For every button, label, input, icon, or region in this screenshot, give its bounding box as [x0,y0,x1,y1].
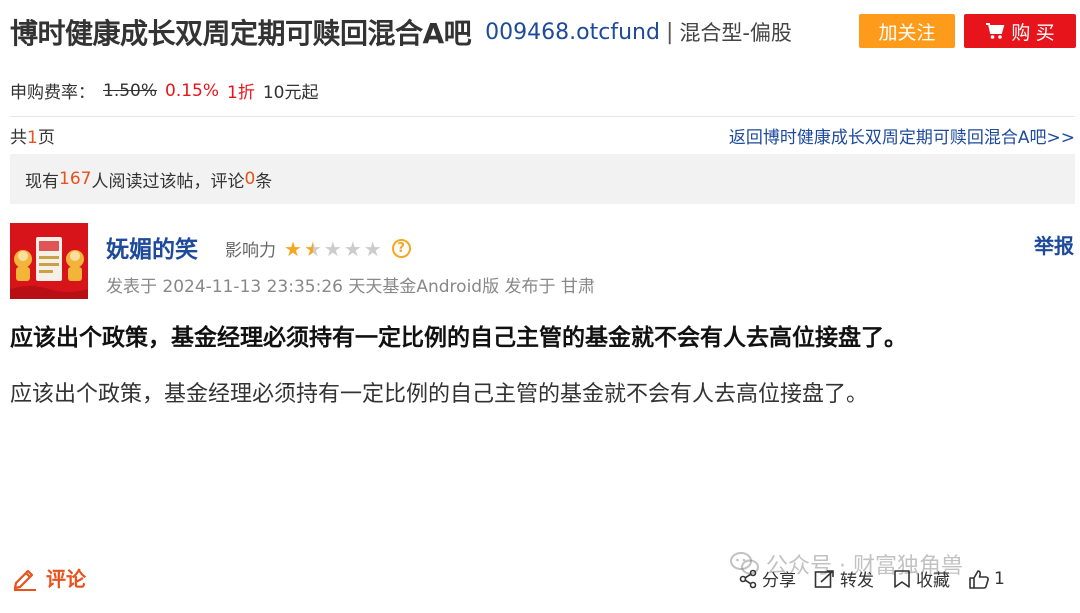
star-icon: ★ [303,236,322,261]
comment-button[interactable]: 评论 [12,563,86,592]
page-count: 共1页 [10,123,55,148]
fund-type: 混合型-偏股 [679,21,792,45]
fund-name[interactable]: 博时健康成长双周定期可赎回混合A吧 [10,12,472,52]
fee-original: 1.50% [103,80,158,101]
comment-count: 0 [244,169,256,189]
follow-button[interactable]: 加关注 [859,14,955,48]
share-action[interactable]: 分享 [738,566,796,591]
post-title: 应该出个政策，基金经理必须持有一定比例的自己主管的基金就不会有人去高位接盘了。 [10,325,907,351]
buy-button-label: 购 买 [1011,22,1055,44]
star-icon: ★ [363,236,382,261]
star-icon: ★ [323,236,342,261]
share-icon [739,569,757,588]
favorite-action[interactable]: 收藏 [892,566,950,591]
read-stats-suffix: 条 [255,171,273,192]
fee-minimum: 10元起 [262,83,319,103]
divider [10,116,1075,117]
share-label: 分享 [762,571,796,591]
influence-rating: 影响力 ★ ★ ★ ★ ★ ? [225,236,411,261]
buy-button[interactable]: 购 买 [964,14,1076,48]
influence-label: 影响力 [225,241,276,261]
influence-stars: ★ ★ ★ ★ ★ [284,239,382,259]
report-button[interactable]: 举报 [1034,230,1074,259]
star-icon: ★ [284,236,302,261]
author-name[interactable]: 妩媚的笑 [106,230,198,264]
page-count-suffix: 页 [37,127,55,148]
like-action[interactable]: 1 [968,569,1005,589]
header-separator: | [665,19,674,45]
forward-icon [814,569,834,588]
read-stats-prefix: 现有 [25,171,59,192]
fund-header: 博时健康成长双周定期可赎回混合A吧 009468.otcfund | 混合型-偏… [10,8,1076,56]
comment-label: 评论 [46,567,86,591]
read-stats-bar: 现有 167 人阅读过该帖，评论 0 条 [10,154,1075,204]
back-to-forum-link[interactable]: 返回博时健康成长双周定期可赎回混合A吧>> [729,123,1075,148]
like-icon [969,569,989,589]
cart-icon [986,23,1005,39]
post-meta: 发表于 2024-11-13 23:35:26 天天基金Android版 发布于… [106,277,595,297]
pager-row: 共1页 返回博时健康成长双周定期可赎回混合A吧>> [10,122,1075,148]
purchase-fee-row: 申购费率： 1.50% 0.15% 1折 10元起 [10,78,319,104]
fee-discount: 1折 [227,83,255,103]
favorite-label: 收藏 [916,571,950,591]
avatar-image [10,223,88,299]
star-icon: ★ [343,236,362,261]
reader-count: 167 [59,169,92,189]
favorite-icon [894,569,910,588]
post-actions: 分享 转发 收藏 1 [738,566,1005,591]
like-count: 1 [994,568,1005,589]
forward-action[interactable]: 转发 [814,566,874,591]
read-stats-middle: 人阅读过该帖，评论 [91,171,245,192]
fund-code[interactable]: 009468.otcfund [485,20,660,45]
fee-label: 申购费率： [10,83,95,103]
post-body: 应该出个政策，基金经理必须持有一定比例的自己主管的基金就不会有人去高位接盘了。 [10,382,869,407]
fee-current: 0.15% [165,80,220,101]
avatar[interactable] [10,223,88,299]
page-count-number: 1 [27,127,38,148]
forward-label: 转发 [840,571,874,591]
page-count-prefix: 共 [10,127,27,148]
pencil-icon [13,569,36,591]
help-icon[interactable]: ? [391,239,411,258]
